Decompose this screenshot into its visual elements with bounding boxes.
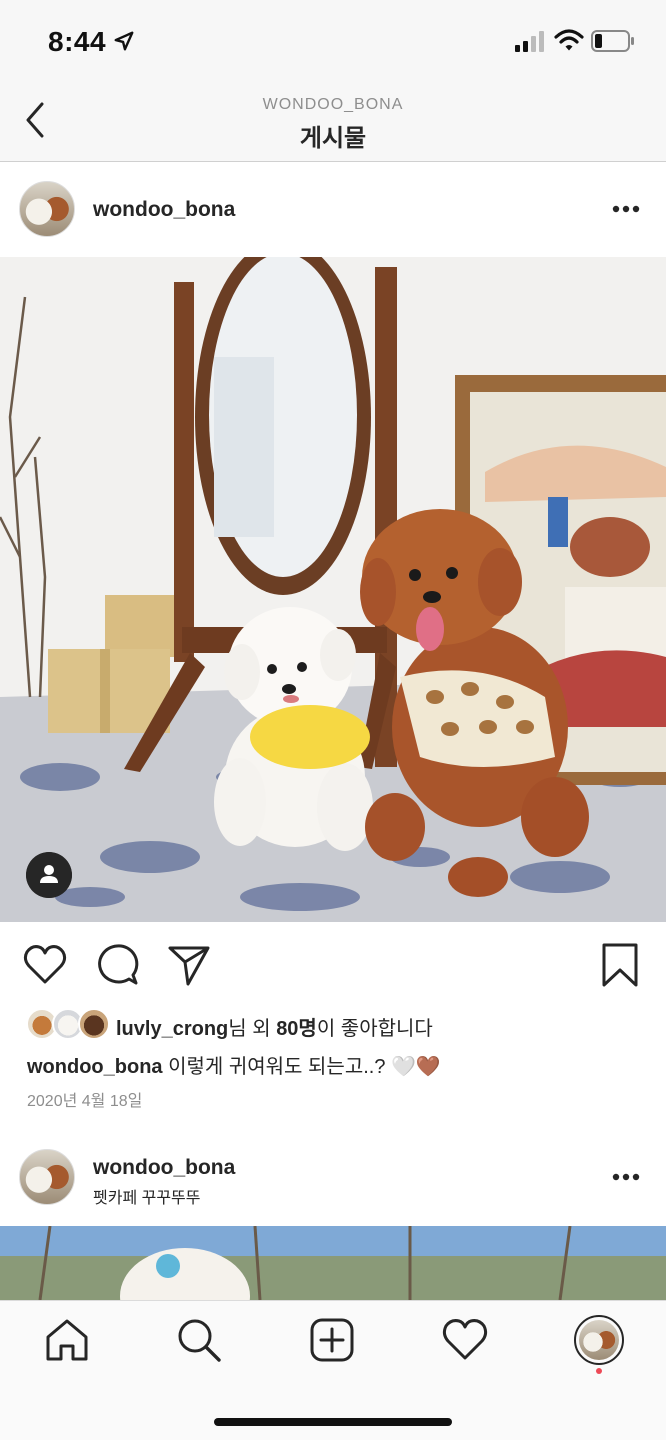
post-header: wondoo_bona	[0, 162, 666, 257]
status-time: 8:44	[48, 26, 107, 57]
post-photo[interactable]	[0, 257, 666, 922]
cellular-signal-icon	[515, 31, 544, 52]
more-horizontal-icon[interactable]	[612, 1173, 640, 1181]
status-bar: 8:44	[0, 0, 666, 84]
add-post-icon[interactable]	[307, 1315, 357, 1365]
avatar[interactable]	[19, 1149, 75, 1205]
post-date: 2020년 4월 18일	[27, 1093, 143, 1110]
avatar[interactable]	[19, 181, 75, 237]
likes-suffix: 이 좋아합니다	[316, 1018, 433, 1040]
next-post-header: wondoo_bona 펫카페 꾸꾸뚜뚜	[0, 1132, 666, 1226]
bottom-tab-bar	[0, 1300, 666, 1440]
caption-text: 이렇게 귀여워도 되는고..? 🤍🤎	[162, 1056, 441, 1078]
post-username[interactable]: wondoo_bona	[93, 198, 235, 222]
home-indicator	[214, 1418, 452, 1426]
liker-username[interactable]: luvly_crong	[116, 1018, 228, 1040]
send-icon[interactable]	[166, 942, 212, 988]
home-icon[interactable]	[42, 1315, 92, 1365]
post-username[interactable]: wondoo_bona	[93, 1156, 235, 1180]
activity-heart-icon[interactable]	[440, 1315, 490, 1365]
next-post-photo[interactable]	[0, 1226, 666, 1300]
more-horizontal-icon[interactable]	[612, 205, 640, 213]
header-subtitle: WONDOO_BONA	[262, 96, 404, 113]
location-arrow-icon	[114, 31, 134, 51]
post-location[interactable]: 펫카페 꾸꾸뚜뚜	[93, 1184, 201, 1208]
bookmark-icon[interactable]	[597, 942, 643, 988]
caption-username[interactable]: wondoo_bona	[27, 1056, 163, 1078]
heart-icon[interactable]	[22, 942, 68, 988]
search-icon[interactable]	[174, 1315, 224, 1365]
battery-icon	[591, 30, 634, 52]
likes-summary[interactable]: luvly_crong님 외 80명이 좋아합니다	[26, 1008, 646, 1040]
likes-count[interactable]: 80명	[276, 1018, 317, 1040]
profile-avatar[interactable]	[574, 1315, 624, 1365]
tagged-user-icon[interactable]	[26, 852, 72, 898]
page-title: 게시물	[299, 125, 367, 152]
next-post-photo-illustration	[0, 1226, 666, 1300]
comment-icon[interactable]	[94, 942, 140, 988]
post-photo-illustration	[0, 257, 666, 922]
notification-dot	[596, 1368, 602, 1374]
post-actions	[0, 922, 666, 1012]
post-caption: wondoo_bona 이렇게 귀여워도 되는고..? 🤍🤎	[27, 1050, 441, 1079]
liker-avatar	[78, 1008, 110, 1040]
page-header: WONDOO_BONA 게시물	[0, 84, 666, 162]
likes-connector: 님 외	[228, 1018, 277, 1040]
likes-text: luvly_crong님 외 80명이 좋아합니다	[116, 1012, 433, 1041]
wifi-icon	[554, 29, 584, 51]
